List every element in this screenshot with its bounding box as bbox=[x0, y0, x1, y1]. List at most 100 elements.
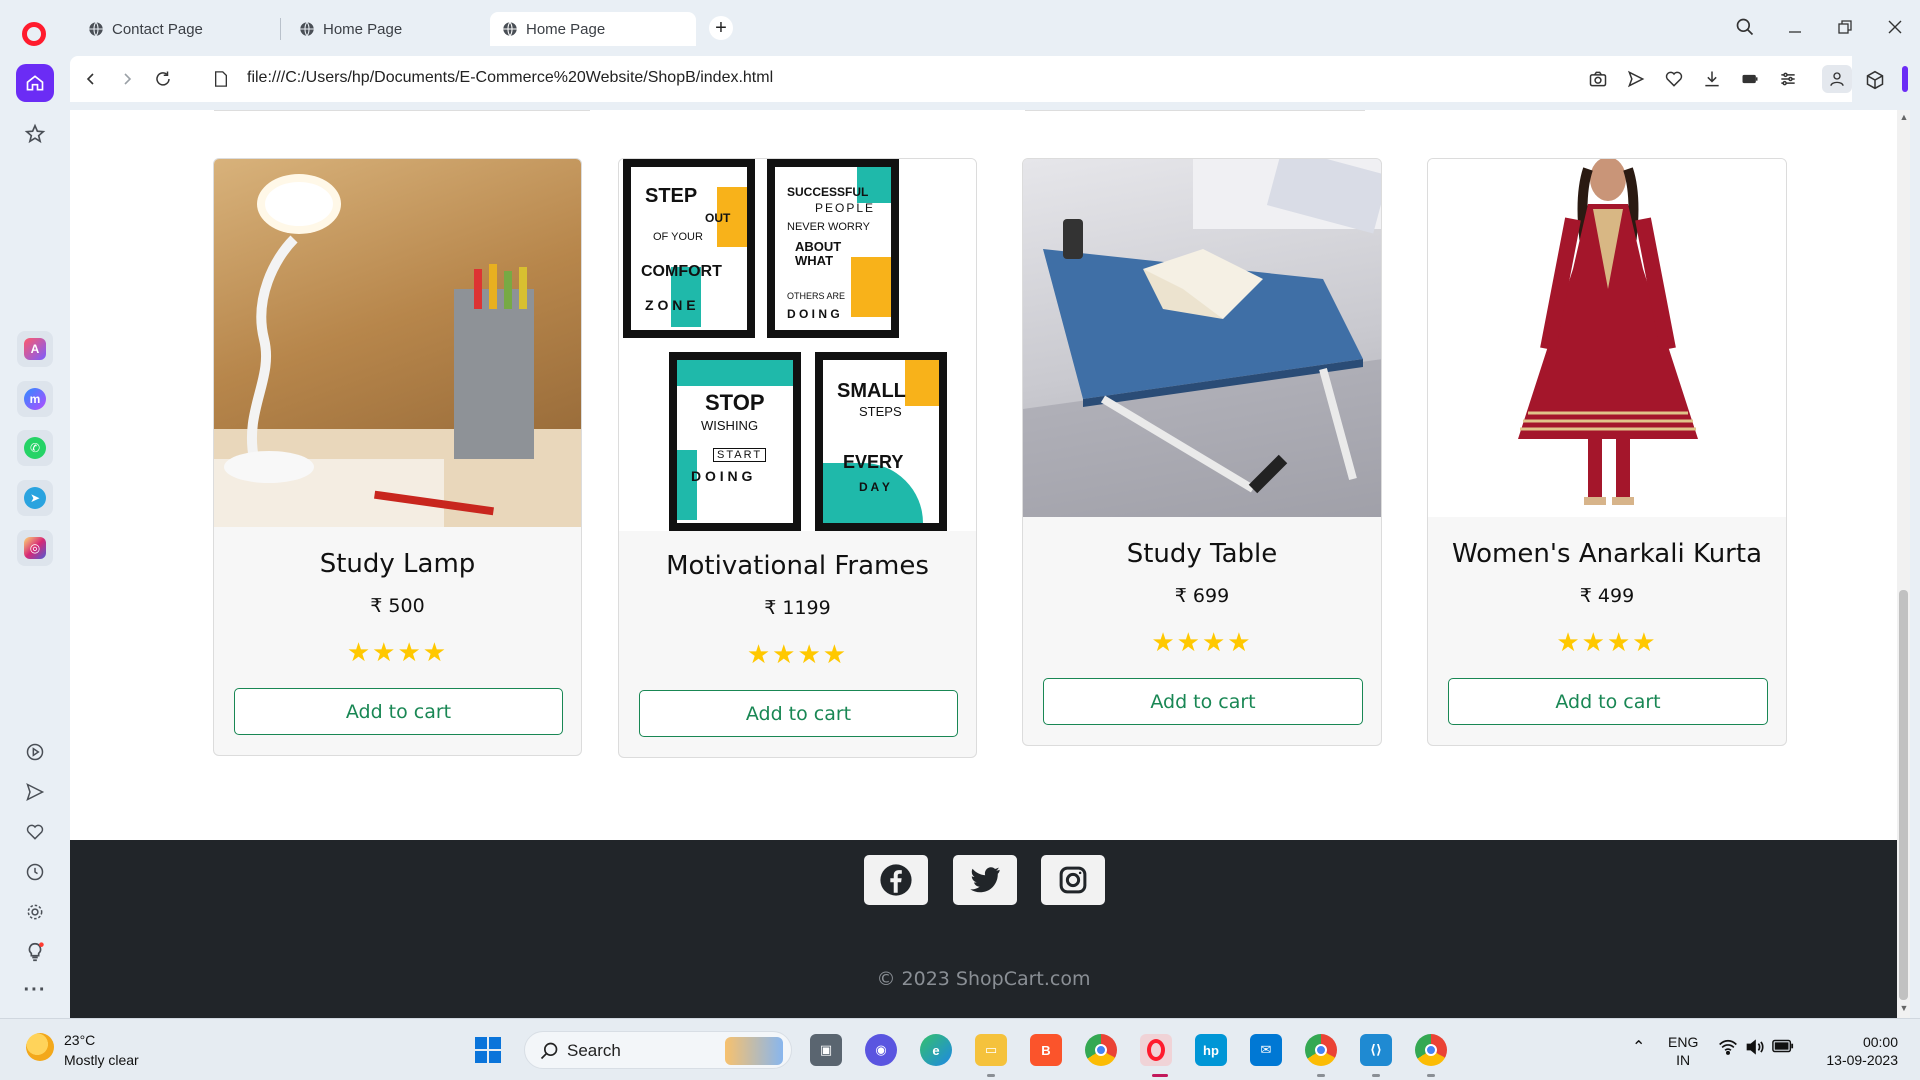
product-title: Study Table bbox=[1126, 539, 1278, 569]
scroll-up-icon[interactable]: ▲ bbox=[1899, 112, 1909, 122]
settings-gear-icon[interactable] bbox=[21, 898, 49, 926]
weather-moon-icon[interactable] bbox=[26, 1033, 54, 1061]
star-icon[interactable] bbox=[21, 120, 49, 148]
taskbar-search[interactable]: Search bbox=[524, 1031, 792, 1069]
battery-saver-icon[interactable] bbox=[1738, 67, 1762, 91]
globe-icon bbox=[503, 21, 517, 37]
chrome-icon[interactable] bbox=[1085, 1034, 1117, 1066]
cube-icon[interactable] bbox=[1862, 67, 1888, 93]
restore-icon[interactable] bbox=[1825, 12, 1865, 42]
reload-icon[interactable] bbox=[148, 64, 178, 94]
wifi-icon[interactable] bbox=[1718, 1039, 1738, 1059]
mail-icon[interactable]: ✉ bbox=[1250, 1034, 1282, 1066]
rating-stars: ★★★★ bbox=[1556, 627, 1658, 657]
download-icon[interactable] bbox=[1700, 67, 1724, 91]
weather-temperature[interactable]: 23°C bbox=[64, 1032, 95, 1048]
url-field[interactable]: file:///C:/Users/hp/Documents/E-Commerce… bbox=[247, 69, 773, 87]
frame-text: STEP bbox=[645, 185, 698, 207]
volume-icon[interactable] bbox=[1745, 1039, 1765, 1059]
more-icon[interactable]: ··· bbox=[21, 976, 49, 1004]
messenger-icon[interactable]: m bbox=[17, 381, 53, 417]
back-icon[interactable] bbox=[76, 64, 106, 94]
tab-label: Home Page bbox=[323, 20, 403, 38]
history-icon[interactable] bbox=[21, 858, 49, 886]
heart-icon[interactable] bbox=[21, 818, 49, 846]
edge-icon[interactable]: e bbox=[920, 1034, 952, 1066]
task-view-icon[interactable]: ▣ bbox=[810, 1034, 842, 1066]
sidebar-toggle[interactable] bbox=[1902, 66, 1908, 92]
windows-taskbar: 23°C Mostly clear Search ▣ ◉ e ▭ B hp ✉ … bbox=[0, 1018, 1920, 1080]
file-icon bbox=[206, 64, 236, 94]
search-tabs-icon[interactable] bbox=[1725, 12, 1765, 42]
myhp-icon[interactable]: hp bbox=[1195, 1034, 1227, 1066]
lightbulb-icon[interactable] bbox=[21, 938, 49, 966]
site-footer: © 2023 ShopCart.com bbox=[70, 840, 1897, 1018]
file-explorer-icon[interactable]: ▭ bbox=[975, 1034, 1007, 1066]
frame-text: WHAT bbox=[795, 253, 834, 268]
chrome-profile-icon[interactable] bbox=[1305, 1034, 1337, 1066]
telegram-icon[interactable]: ➤ bbox=[17, 480, 53, 516]
weather-description[interactable]: Mostly clear bbox=[64, 1052, 139, 1068]
opera-taskbar-icon[interactable] bbox=[1140, 1034, 1172, 1066]
player-icon[interactable] bbox=[21, 738, 49, 766]
instagram-icon[interactable] bbox=[1041, 855, 1105, 905]
profile-icon[interactable] bbox=[1822, 65, 1852, 93]
frame-text: OUT bbox=[705, 211, 731, 225]
product-title: Motivational Frames bbox=[666, 551, 929, 581]
home-icon[interactable] bbox=[16, 64, 54, 102]
battery-icon[interactable] bbox=[1772, 1039, 1794, 1057]
frame-poster: SUCCESSFUL PEOPLE NEVER WORRY ABOUT WHAT… bbox=[767, 159, 899, 338]
whatsapp-icon[interactable]: ✆ bbox=[17, 430, 53, 466]
previous-row-card-edge bbox=[1025, 110, 1365, 111]
running-indicator bbox=[1317, 1074, 1325, 1077]
aria-app-icon[interactable]: A bbox=[17, 331, 53, 367]
instagram-app-icon[interactable]: ◎ bbox=[17, 530, 53, 566]
frame-text: SUCCESSFUL bbox=[787, 185, 869, 199]
product-price: ₹ 500 bbox=[370, 595, 425, 617]
frame-text: D A Y bbox=[859, 480, 890, 494]
brave-icon[interactable]: B bbox=[1030, 1034, 1062, 1066]
chrome-icon-2[interactable] bbox=[1415, 1034, 1447, 1066]
tab-home-page-active[interactable]: Home Page bbox=[490, 12, 696, 46]
add-to-cart-button[interactable]: Add to cart bbox=[1448, 678, 1768, 725]
add-to-cart-button[interactable]: Add to cart bbox=[234, 688, 563, 735]
language-indicator[interactable]: ENG IN bbox=[1668, 1033, 1698, 1069]
vscode-icon[interactable]: ⟨⟩ bbox=[1360, 1034, 1392, 1066]
opera-sidebar: A m ✆ ➤ ◎ ··· bbox=[0, 0, 70, 1018]
motivational-frames-image: STEP OUT OF YOUR COMFORT Z O N E SUCCESS… bbox=[619, 159, 976, 531]
study-lamp-image bbox=[214, 159, 581, 527]
opera-logo-icon[interactable] bbox=[22, 22, 46, 46]
scrollbar-thumb[interactable] bbox=[1899, 590, 1908, 1000]
facebook-icon[interactable] bbox=[864, 855, 928, 905]
twitter-icon[interactable] bbox=[953, 855, 1017, 905]
add-to-cart-button[interactable]: Add to cart bbox=[639, 690, 958, 737]
product-title: Study Lamp bbox=[319, 549, 476, 579]
frame-text: WISHING bbox=[701, 418, 759, 433]
new-tab-button[interactable]: + bbox=[709, 16, 733, 40]
easy-setup-icon[interactable] bbox=[1776, 67, 1800, 91]
forward-icon[interactable] bbox=[112, 64, 142, 94]
product-price: ₹ 699 bbox=[1174, 585, 1230, 607]
tab-label: Contact Page bbox=[112, 20, 203, 38]
frame-text: ABOUT bbox=[795, 239, 842, 254]
add-to-cart-button[interactable]: Add to cart bbox=[1043, 678, 1363, 725]
teams-chat-icon[interactable]: ◉ bbox=[865, 1034, 897, 1066]
windows-start-icon[interactable] bbox=[472, 1034, 504, 1066]
clock[interactable]: 00:00 13-09-2023 bbox=[1818, 1033, 1898, 1069]
product-card: Women's Anarkali Kurta ₹ 499 ★★★★ Add to… bbox=[1427, 158, 1787, 746]
frame-text: STEPS bbox=[859, 404, 902, 419]
frame-poster: STEP OUT OF YOUR COMFORT Z O N E bbox=[623, 159, 755, 338]
chevron-up-icon[interactable]: ⌃ bbox=[1632, 1039, 1645, 1057]
send-flow-icon[interactable] bbox=[1624, 67, 1648, 91]
tab-contact-page[interactable]: Contact Page bbox=[76, 12, 282, 46]
camera-icon[interactable] bbox=[1586, 67, 1610, 91]
scroll-down-icon[interactable]: ▼ bbox=[1899, 1003, 1909, 1013]
bookmark-heart-icon[interactable] bbox=[1662, 67, 1686, 91]
send-icon[interactable] bbox=[21, 778, 49, 806]
tab-home-page[interactable]: Home Page bbox=[287, 12, 493, 46]
address-bar: file:///C:/Users/hp/Documents/E-Commerce… bbox=[70, 56, 1852, 102]
clock-time: 00:00 bbox=[1862, 1034, 1898, 1050]
minimize-icon[interactable] bbox=[1775, 12, 1815, 42]
globe-icon bbox=[89, 21, 103, 37]
close-icon[interactable] bbox=[1875, 12, 1915, 42]
